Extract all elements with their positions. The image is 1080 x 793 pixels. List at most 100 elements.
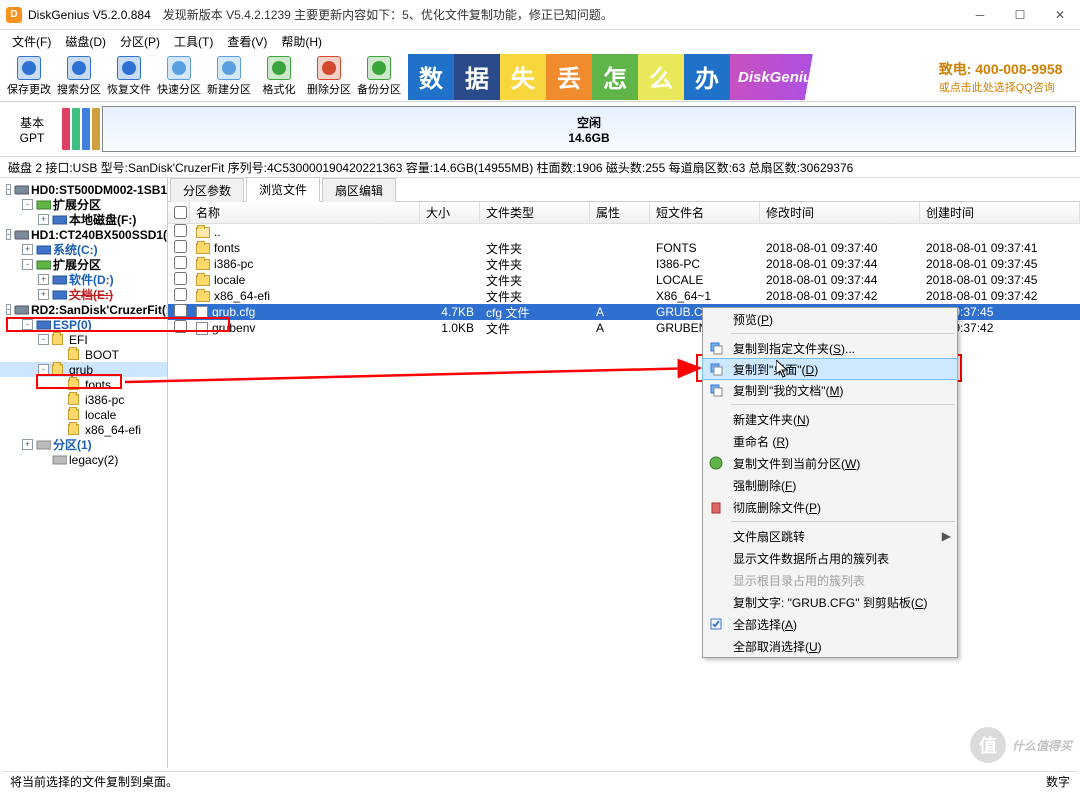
file-row[interactable]: .. [168,224,1080,240]
app-icon: D [6,7,22,23]
tree-node[interactable]: -ESP(0) [0,317,167,332]
toolbar-button[interactable]: 恢复文件 [104,53,154,101]
context-menu-item[interactable]: 文件扇区跳转▶ [703,525,957,547]
context-menu-item[interactable]: 复制到"桌面"(D) [702,358,958,380]
toolbar-button[interactable]: 删除分区 [304,53,354,101]
statusbar-hint: 将当前选择的文件复制到桌面。 [10,773,178,790]
tab[interactable]: 浏览文件 [246,177,320,202]
tree-node[interactable]: -扩展分区 [0,197,167,212]
menu-separator [731,333,955,334]
partition-label: 空闲 [577,114,601,131]
select-all-checkbox[interactable] [174,206,187,219]
disk-info-bar: 磁盘 2 接口:USB 型号:SanDisk'CruzerFit 序列号:4C5… [0,156,1080,178]
context-menu-item[interactable]: 复制文字: "GRUB.CFG" 到剪贴板(C) [703,591,957,613]
tree-node[interactable]: +软件(D:) [0,272,167,287]
toolbar-button[interactable]: 保存更改 [4,53,54,101]
close-button[interactable]: ✕ [1040,1,1080,29]
disk-info-text: 磁盘 2 接口:USB 型号:SanDisk'CruzerFit 序列号:4C5… [8,159,853,176]
column-header[interactable]: 属性 [590,202,650,223]
menu-separator [731,404,955,405]
row-checkbox[interactable] [174,240,187,253]
tree-node[interactable]: locale [0,407,167,422]
tree-node[interactable]: -HD1:CT240BX500SSD1(224GB) [0,227,167,242]
tree-node[interactable]: legacy(2) [0,452,167,467]
watermark: 值 什么值得买 [970,727,1072,763]
file-list-header: 名称大小文件类型属性短文件名修改时间创建时间 [168,202,1080,224]
menu-item[interactable]: 磁盘(D) [59,31,112,52]
column-header[interactable]: 文件类型 [480,202,590,223]
tree-node[interactable]: -RD2:SanDisk'CruzerFit(15GB) [0,302,167,317]
tree-node[interactable]: fonts [0,377,167,392]
context-menu-item[interactable]: 彻底删除文件(P) [703,496,957,518]
row-checkbox[interactable] [174,304,187,317]
column-header[interactable]: 修改时间 [760,202,920,223]
watermark-text: 什么值得买 [1012,737,1072,754]
content-tabs: 分区参数浏览文件扇区编辑 [168,178,1080,202]
watermark-icon: 值 [970,727,1006,763]
context-menu-item[interactable]: 预览(P) [703,308,957,330]
toolbar-button[interactable]: 搜索分区 [54,53,104,101]
tab[interactable]: 分区参数 [170,178,244,202]
tree-node[interactable]: +文档(E:) [0,287,167,302]
context-menu-item[interactable]: 重命名 (R) [703,430,957,452]
column-header[interactable]: 创建时间 [920,202,1080,223]
row-checkbox[interactable] [174,224,187,237]
column-header[interactable]: 大小 [420,202,480,223]
context-menu-item[interactable]: 显示文件数据所占用的簇列表 [703,547,957,569]
tree-node[interactable]: +本地磁盘(F:) [0,212,167,227]
context-menu-item[interactable]: 复制到"我的文档"(M) [703,379,957,401]
context-menu-item[interactable]: 新建文件夹(N) [703,408,957,430]
toolbar-button[interactable]: 格式化 [254,53,304,101]
app-title: DiskGenius V5.2.0.884 [28,8,151,22]
menu-item[interactable]: 工具(T) [168,31,219,52]
file-row[interactable]: fonts 文件夹 FONTS 2018-08-01 09:37:40 2018… [168,240,1080,256]
context-menu-item[interactable]: 全部取消选择(U) [703,635,957,657]
toolbar-button[interactable]: 快速分区 [154,53,204,101]
menu-item[interactable]: 帮助(H) [275,31,328,52]
minimize-button[interactable]: ─ [960,1,1000,29]
tree-node[interactable]: +系统(C:) [0,242,167,257]
context-menu[interactable]: 预览(P) 复制到指定文件夹(S)...复制到"桌面"(D)复制到"我的文档"(M… [702,307,958,658]
partition-size: 14.6GB [568,131,609,145]
update-message[interactable]: 发现新版本 V5.4.2.1239 主要更新内容如下：5、优化文件复制功能，修正… [163,6,613,23]
disk-tree[interactable]: -HD0:ST500DM002-1SB10A(466GB)-扩展分区+本地磁盘(… [0,178,168,768]
titlebar: D DiskGenius V5.2.0.884 发现新版本 V5.4.2.123… [0,0,1080,30]
tree-node[interactable]: -扩展分区 [0,257,167,272]
partition-table-type: GPT [20,131,45,145]
tree-node[interactable]: BOOT [0,347,167,362]
context-menu-item[interactable]: 复制文件到当前分区(W) [703,452,957,474]
file-row[interactable]: i386-pc 文件夹 I386-PC 2018-08-01 09:37:44 … [168,256,1080,272]
tab[interactable]: 扇区编辑 [322,178,396,202]
context-menu-item[interactable]: 全部选择(A) [703,613,957,635]
tree-node[interactable]: -EFI [0,332,167,347]
tree-node[interactable]: +分区(1) [0,437,167,452]
disk-icon [62,104,100,154]
menubar: 文件(F)磁盘(D)分区(P)工具(T)查看(V)帮助(H) [0,30,1080,52]
row-checkbox[interactable] [174,272,187,285]
statusbar: 将当前选择的文件复制到桌面。 数字 [2,771,1078,791]
free-space-partition[interactable]: 空闲 14.6GB [102,106,1076,152]
row-checkbox[interactable] [174,320,187,333]
row-checkbox[interactable] [174,256,187,269]
menu-item[interactable]: 文件(F) [6,31,57,52]
tree-node[interactable]: -grub [0,362,167,377]
menu-separator [731,521,955,522]
row-checkbox[interactable] [174,288,187,301]
cursor-icon [776,360,792,380]
tree-node[interactable]: i386-pc [0,392,167,407]
context-menu-item[interactable]: 复制到指定文件夹(S)... [703,337,957,359]
promo-banner[interactable]: 数据失丢怎么办DiskGenius 团队为您服务致电: 400-008-9958… [408,54,1072,100]
file-row[interactable]: locale 文件夹 LOCALE 2018-08-01 09:37:44 20… [168,272,1080,288]
menu-item[interactable]: 分区(P) [114,31,166,52]
tree-node[interactable]: -HD0:ST500DM002-1SB10A(466GB) [0,182,167,197]
tree-node[interactable]: x86_64-efi [0,422,167,437]
maximize-button[interactable]: ☐ [1000,1,1040,29]
context-menu-item[interactable]: 强制删除(F) [703,474,957,496]
statusbar-mode: 数字 [1046,773,1070,790]
toolbar-button[interactable]: 新建分区 [204,53,254,101]
column-header[interactable]: 短文件名 [650,202,760,223]
column-header[interactable]: 名称 [190,202,420,223]
menu-item[interactable]: 查看(V) [221,31,273,52]
file-row[interactable]: x86_64-efi 文件夹 X86_64~1 2018-08-01 09:37… [168,288,1080,304]
toolbar-button[interactable]: 备份分区 [354,53,404,101]
